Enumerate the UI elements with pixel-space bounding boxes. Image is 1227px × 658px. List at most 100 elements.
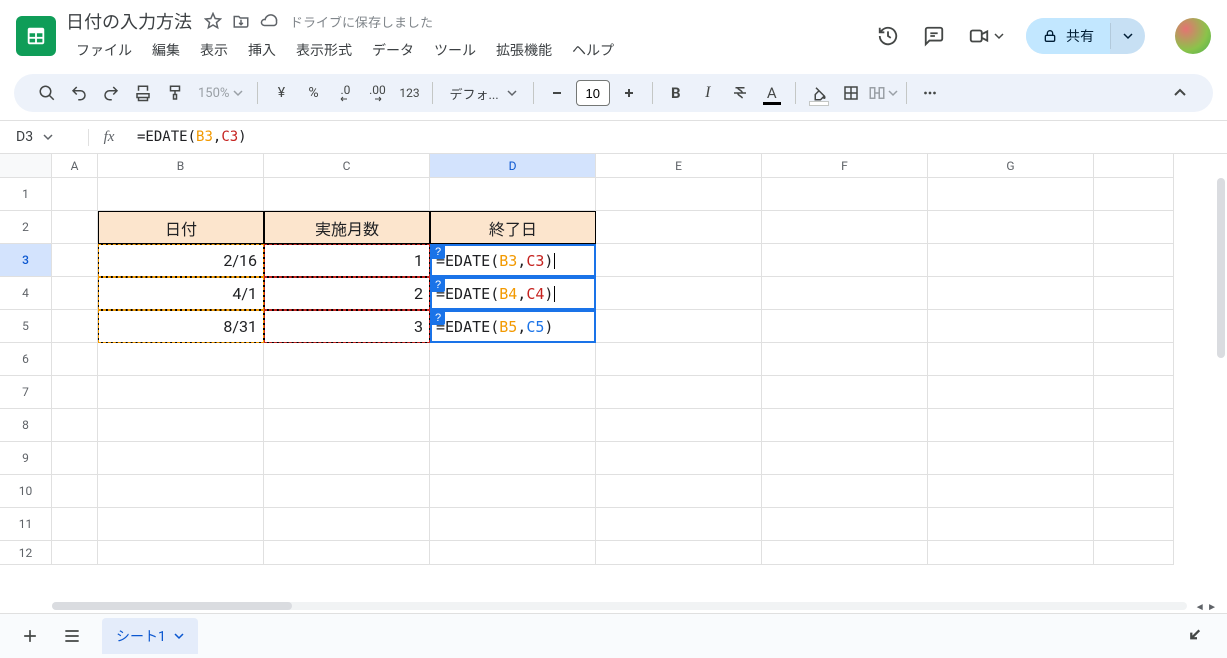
cell[interactable] xyxy=(52,508,98,541)
cell[interactable] xyxy=(596,442,762,475)
cell[interactable] xyxy=(596,178,762,211)
all-sheets-button[interactable] xyxy=(60,624,84,648)
cell[interactable] xyxy=(762,310,928,343)
cell[interactable] xyxy=(596,475,762,508)
cell[interactable] xyxy=(98,508,264,541)
font-size-input[interactable] xyxy=(576,80,610,106)
formula-input[interactable]: =EDATE(B3,C3) xyxy=(129,129,1227,145)
cell[interactable] xyxy=(1094,211,1174,244)
column-header[interactable]: B xyxy=(98,154,264,178)
cell[interactable] xyxy=(596,343,762,376)
cloud-icon[interactable] xyxy=(260,12,278,30)
cell[interactable] xyxy=(52,178,98,211)
row-header[interactable]: 8 xyxy=(0,409,52,442)
history-icon[interactable] xyxy=(876,24,900,48)
row-header[interactable]: 2 xyxy=(0,211,52,244)
cell[interactable] xyxy=(430,409,596,442)
cell[interactable] xyxy=(928,541,1094,565)
comment-icon[interactable] xyxy=(922,24,946,48)
cell[interactable] xyxy=(1094,376,1174,409)
cell[interactable] xyxy=(928,475,1094,508)
increase-decimal-button[interactable]: .00 xyxy=(362,78,392,108)
text-color-button[interactable]: A xyxy=(757,78,787,108)
cell[interactable]: ?=EDATE(B4,C4) xyxy=(430,277,596,310)
cell[interactable] xyxy=(52,376,98,409)
cell[interactable] xyxy=(762,409,928,442)
cell[interactable] xyxy=(762,508,928,541)
cell[interactable] xyxy=(1094,541,1174,565)
cell[interactable]: 1 xyxy=(264,244,430,277)
cell[interactable] xyxy=(596,541,762,565)
cell[interactable] xyxy=(596,310,762,343)
cell[interactable] xyxy=(430,508,596,541)
cell[interactable] xyxy=(928,508,1094,541)
column-header[interactable]: G xyxy=(928,154,1094,178)
row-header[interactable]: 6 xyxy=(0,343,52,376)
cell[interactable] xyxy=(264,343,430,376)
cell[interactable] xyxy=(264,442,430,475)
vertical-scrollbar[interactable] xyxy=(1213,178,1227,599)
cell[interactable] xyxy=(98,376,264,409)
row-header[interactable]: 12 xyxy=(0,541,52,565)
font-selector[interactable]: デフォ... xyxy=(441,84,524,103)
paint-format-icon[interactable] xyxy=(160,78,190,108)
cell[interactable] xyxy=(52,442,98,475)
font-size-increase[interactable] xyxy=(614,78,644,108)
cell[interactable] xyxy=(1094,409,1174,442)
cell[interactable]: ?=EDATE(B5,C5) xyxy=(430,310,596,343)
cell[interactable] xyxy=(264,541,430,565)
row-header[interactable]: 5 xyxy=(0,310,52,343)
collapse-toolbar-icon[interactable] xyxy=(1165,78,1195,108)
share-dropdown[interactable] xyxy=(1110,23,1145,49)
cell[interactable]: 2 xyxy=(264,277,430,310)
number-format-button[interactable]: 123 xyxy=(394,78,424,108)
row-header[interactable]: 9 xyxy=(0,442,52,475)
cell[interactable] xyxy=(1094,244,1174,277)
cell[interactable] xyxy=(928,442,1094,475)
cell[interactable] xyxy=(430,475,596,508)
percent-button[interactable]: % xyxy=(298,78,328,108)
menu-insert[interactable]: 挿入 xyxy=(240,36,284,64)
cell[interactable] xyxy=(1094,277,1174,310)
sheet-tab-active[interactable]: シート1 xyxy=(102,618,198,654)
cell[interactable] xyxy=(928,211,1094,244)
menu-tools[interactable]: ツール xyxy=(426,36,484,64)
cell[interactable] xyxy=(596,277,762,310)
cell[interactable] xyxy=(430,442,596,475)
explore-button[interactable] xyxy=(1185,624,1209,648)
cell[interactable] xyxy=(264,178,430,211)
decrease-decimal-button[interactable]: .0 xyxy=(330,78,360,108)
menu-edit[interactable]: 編集 xyxy=(144,36,188,64)
cell[interactable] xyxy=(52,343,98,376)
font-size-decrease[interactable] xyxy=(542,78,572,108)
cell[interactable] xyxy=(98,178,264,211)
search-icon[interactable] xyxy=(32,78,62,108)
menu-data[interactable]: データ xyxy=(364,36,422,64)
cell[interactable] xyxy=(1094,508,1174,541)
menu-file[interactable]: ファイル xyxy=(68,36,140,64)
cell[interactable] xyxy=(596,376,762,409)
cell[interactable] xyxy=(52,244,98,277)
cell[interactable] xyxy=(596,211,762,244)
zoom-selector[interactable]: 150% xyxy=(192,86,249,101)
cell[interactable]: 日付 xyxy=(98,211,264,244)
star-icon[interactable] xyxy=(204,12,222,30)
print-icon[interactable] xyxy=(128,78,158,108)
cell[interactable]: 3 xyxy=(264,310,430,343)
cell[interactable] xyxy=(98,409,264,442)
avatar[interactable] xyxy=(1175,18,1211,54)
cell[interactable] xyxy=(596,409,762,442)
cell[interactable] xyxy=(264,508,430,541)
bold-button[interactable]: B xyxy=(661,78,691,108)
row-header[interactable]: 11 xyxy=(0,508,52,541)
column-header[interactable]: E xyxy=(596,154,762,178)
cell[interactable]: ?=EDATE(B3,C3) xyxy=(430,244,596,277)
cell[interactable] xyxy=(928,343,1094,376)
menu-format[interactable]: 表示形式 xyxy=(288,36,360,64)
document-title[interactable]: 日付の入力方法 xyxy=(66,8,192,34)
cell[interactable] xyxy=(430,541,596,565)
cell[interactable] xyxy=(762,211,928,244)
cell[interactable]: 4/1 xyxy=(98,277,264,310)
cell[interactable] xyxy=(430,178,596,211)
cell[interactable]: 8/31 xyxy=(98,310,264,343)
